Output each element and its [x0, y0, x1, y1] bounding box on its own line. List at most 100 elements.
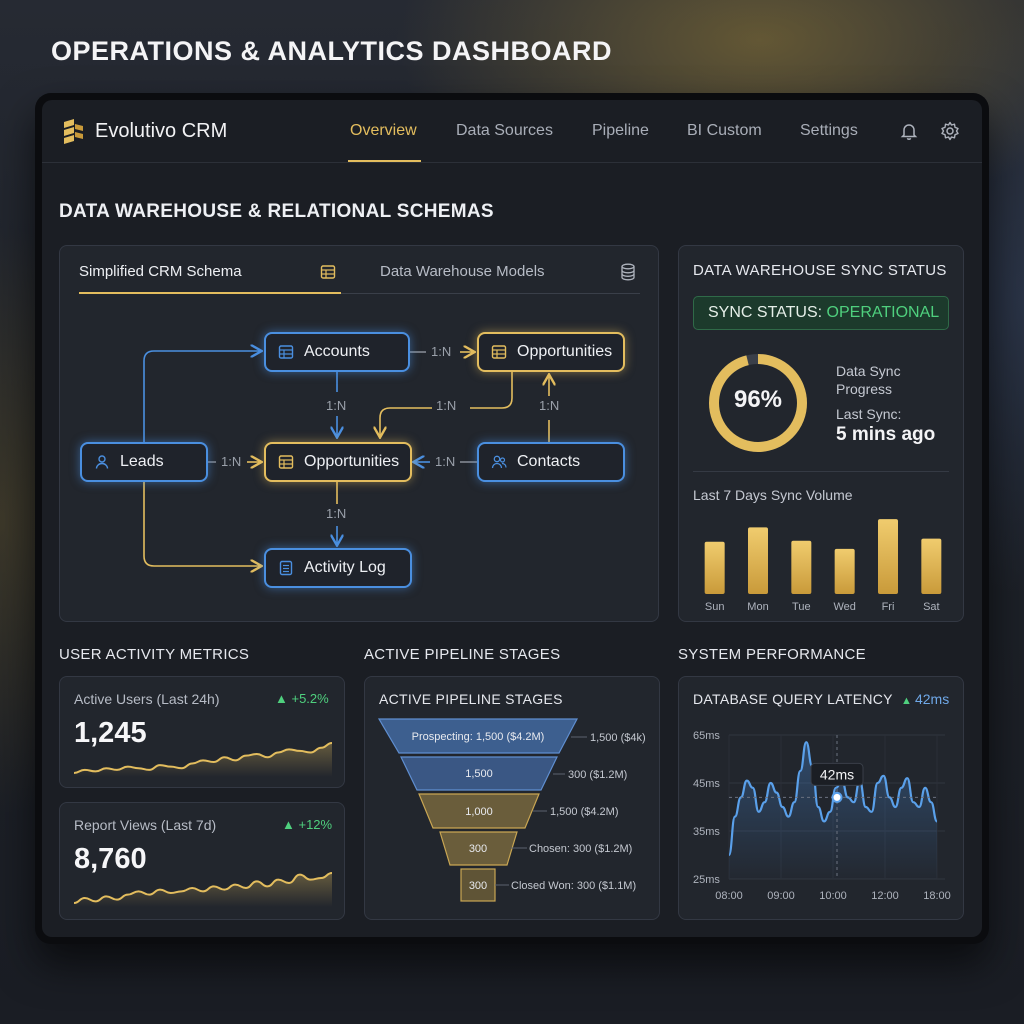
sync-volume-bar[interactable] [921, 538, 942, 594]
schema-node-opportunities-top[interactable]: Opportunities [477, 332, 625, 372]
sparkline-area [74, 873, 332, 907]
user-icon [95, 455, 109, 469]
node-label: Activity Log [304, 559, 386, 576]
report-views-sparkline [74, 872, 332, 907]
bell-icon[interactable] [899, 121, 919, 141]
latency-current: ▲ 42ms [901, 691, 950, 707]
sync-volume-bar[interactable] [704, 541, 725, 594]
users-icon [491, 455, 507, 469]
schema-panel: Simplified CRM Schema Data Warehouse Mod… [59, 245, 659, 622]
last-sync-label: Last Sync: [836, 406, 902, 422]
tab-settings[interactable]: Settings [800, 122, 858, 140]
funnel-stage-label: 1,000 [465, 806, 493, 818]
tab-bi-custom[interactable]: BI Custom [687, 122, 762, 140]
latency-panel: DATABASE QUERY LATENCY ▲ 42ms 65ms 45ms 35… [678, 676, 964, 920]
x-tick-label: 08:00 [715, 890, 743, 902]
metric-card-report-views: Report Views (Last 7d) ▲ +12% 8,760 [59, 802, 345, 920]
sync-volume-tick: Wed [833, 601, 855, 613]
divider [693, 471, 949, 472]
metric-title: Active Users (Last 24h) [74, 691, 220, 707]
tab-overview[interactable]: Overview [350, 122, 417, 140]
latency-panel-title: DATABASE QUERY LATENCY [693, 691, 893, 707]
sync-volume-bar[interactable] [878, 519, 898, 594]
delta-value: +12% [298, 817, 333, 832]
pipeline-panel: ACTIVE PIPELINE STAGES Prospecting: 1,50… [364, 676, 660, 920]
schema-node-activity-log[interactable]: Activity Log [264, 548, 412, 588]
tab-data-sources[interactable]: Data Sources [456, 122, 553, 140]
x-tick-label: 09:00 [767, 890, 795, 902]
app-name: Evolutivo CRM [95, 120, 228, 142]
node-label: Leads [120, 453, 164, 470]
funnel-stage-label: 300 [469, 843, 487, 855]
relation-label: 1:N [326, 506, 347, 521]
gear-icon[interactable] [940, 121, 960, 141]
delta-value: +5.2% [291, 691, 329, 706]
sync-volume-bar[interactable] [834, 548, 855, 594]
node-label: Opportunities [517, 343, 613, 360]
sync-volume-tick: Fri [882, 601, 895, 613]
funnel-side-label: 300 ($1.2M) [568, 769, 627, 781]
schema-node-leads[interactable]: Leads [80, 442, 208, 482]
funnel-stage-label: 1,500 [465, 768, 493, 780]
performance-section-title: SYSTEM PERFORMANCE [678, 646, 866, 663]
funnel-stage-label: Prospecting: 1,500 ($4.2M) [412, 731, 545, 743]
app-window: Evolutivo CRM Overview Data Sources Pipe… [42, 100, 982, 937]
relation-label: 1:N [326, 398, 347, 413]
last-sync-value: 5 mins ago [836, 424, 936, 445]
sync-progress-value: 96% [733, 386, 783, 413]
highlight-point[interactable] [831, 791, 843, 803]
page-title: OPERATIONS & ANALYTICS DASHBOARD [51, 36, 613, 66]
x-tick-label: 18:00 [923, 890, 951, 902]
document-icon [279, 560, 293, 576]
funnel-side-label: 1,500 ($4k) [590, 732, 646, 744]
funnel-stage-label: 300 [469, 880, 487, 892]
latency-chart: 65ms 45ms 35ms 25ms 08:00 09:00 10:00 12:00 18:0… [693, 730, 951, 902]
logo-icon [64, 119, 83, 144]
relation-label: 1:N [435, 454, 456, 469]
y-tick-label: 35ms [693, 826, 720, 838]
node-label: Accounts [304, 343, 370, 360]
progress-label: Data Sync [836, 363, 901, 379]
metric-card-active-users: Active Users (Last 24h) ▲ +5.2% 1,245 [59, 676, 345, 788]
metric-delta: ▲ +12% [282, 817, 333, 832]
schemas-section-title: DATA WAREHOUSE & RELATIONAL SCHEMAS [59, 201, 494, 222]
sync-status-label: SYNC STATUS: [708, 304, 827, 321]
status-badge: SYNC STATUS: OPERATIONAL [693, 296, 949, 330]
tooltip-text: 42ms [820, 766, 854, 782]
sync-volume-bar[interactable] [791, 540, 812, 594]
user-activity-section-title: USER ACTIVITY METRICS [59, 646, 250, 663]
sync-volume-tick: Mon [747, 601, 768, 613]
relation-label: 1:N [221, 454, 242, 469]
volume-chart-title: Last 7 Days Sync Volume [693, 487, 853, 503]
funnel-side-label: 1,500 ($4.2M) [550, 806, 618, 818]
y-tick-label: 45ms [693, 778, 720, 790]
schema-node-contacts[interactable]: Contacts [477, 442, 625, 482]
x-tick-label: 12:00 [871, 890, 899, 902]
relation-label: 1:N [436, 398, 457, 413]
sync-volume-bar[interactable] [748, 527, 768, 594]
schema-node-opportunities-mid[interactable]: Opportunities [264, 442, 412, 482]
latency-current-value: 42ms [914, 691, 950, 707]
relation-label: 1:N [431, 344, 452, 359]
sync-volume-tick: Tue [792, 601, 811, 613]
x-tick-label: 10:00 [819, 890, 847, 902]
metric-delta: ▲ +5.2% [275, 691, 329, 706]
progress-label: Progress [836, 381, 893, 397]
node-label: Contacts [517, 453, 581, 470]
tab-pipeline[interactable]: Pipeline [592, 122, 649, 140]
funnel-side-label: Closed Won: 300 ($1.1M) [511, 880, 636, 892]
table-icon [491, 345, 507, 359]
y-tick-label: 65ms [693, 730, 720, 742]
top-nav-bar: Evolutivo CRM Overview Data Sources Pipe… [42, 100, 982, 163]
sync-panel-title: DATA WAREHOUSE SYNC STATUS [693, 262, 947, 279]
funnel-side-label: Chosen: 300 ($1.2M) [529, 843, 632, 855]
relation-label: 1:N [539, 398, 560, 413]
active-users-sparkline [74, 742, 332, 777]
sync-volume-chart: Sun Mon Tue Wed Fri Sat [704, 519, 942, 613]
table-icon [278, 455, 294, 469]
metric-title: Report Views (Last 7d) [74, 817, 217, 833]
schema-node-accounts[interactable]: Accounts [264, 332, 410, 372]
sync-status-panel: DATA WAREHOUSE SYNC STATUS SYNC STATUS: … [678, 245, 964, 622]
table-icon [278, 345, 294, 359]
node-label: Opportunities [304, 453, 400, 470]
